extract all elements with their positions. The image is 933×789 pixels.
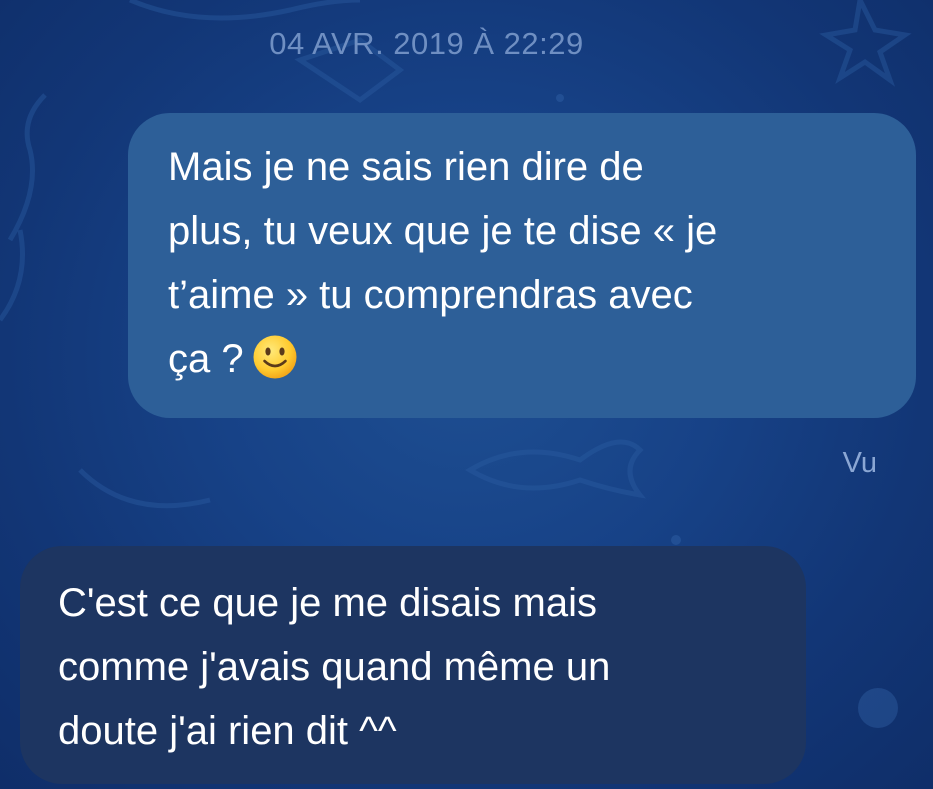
message-line: Mais je ne sais rien dire de (168, 145, 644, 189)
message-line: plus, tu veux que je te dise « je (168, 209, 718, 253)
message-timestamp: 04 AVR. 2019 À 22:29 (269, 26, 584, 61)
message-line: C'est ce que je me disais mais (58, 581, 597, 625)
message-line: t’aime » tu comprendras avec (168, 273, 693, 317)
message-line-text: ça ? (168, 337, 244, 381)
slightly-smiling-face-icon (253, 335, 297, 379)
message-line: doute j'ai rien dit ^^ (58, 709, 397, 753)
read-receipt: Vu (842, 447, 877, 479)
message-line: ça ? (168, 327, 876, 391)
incoming-message-bubble[interactable]: C'est ce que je me disais mais comme j'a… (20, 546, 806, 784)
outgoing-message-bubble[interactable]: Mais je ne sais rien dire de plus, tu ve… (128, 113, 916, 418)
message-line: comme j'avais quand même un (58, 645, 611, 689)
